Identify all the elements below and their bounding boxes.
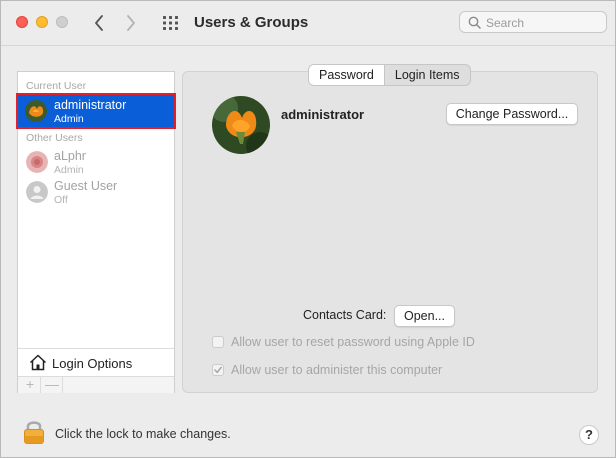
avatar	[25, 100, 47, 122]
checkmark-icon	[214, 366, 222, 374]
user-role: Admin	[54, 164, 84, 176]
user-role: Off	[54, 194, 68, 206]
search-field[interactable]: Search	[459, 11, 607, 33]
close-button[interactable]	[16, 16, 28, 28]
preferences-window: Users & Groups Search Current User admin…	[0, 0, 616, 458]
window-title: Users & Groups	[194, 14, 309, 31]
back-button[interactable]	[89, 11, 109, 35]
house-icon	[29, 354, 47, 371]
chevron-right-icon	[127, 15, 135, 31]
login-options-label: Login Options	[52, 356, 133, 371]
remove-user-button[interactable]: —	[42, 377, 63, 393]
forward-button[interactable]	[121, 11, 141, 35]
zoom-button[interactable]	[56, 16, 68, 28]
administer-computer-label: Allow user to administer this computer	[231, 363, 443, 377]
users-sidebar: Current User administrator Admin Other U…	[16, 71, 176, 393]
search-placeholder: Search	[486, 16, 525, 30]
lock-message: Click the lock to make changes.	[55, 427, 231, 441]
title-bar: Users & Groups Search	[1, 1, 615, 46]
avatar	[26, 151, 48, 173]
user-row-administrator[interactable]: administrator Admin	[16, 93, 176, 129]
show-all-grid-icon[interactable]	[162, 15, 180, 31]
user-name: administrator	[54, 98, 127, 112]
user-picture[interactable]	[212, 96, 270, 154]
current-user-section-label: Current User	[26, 80, 87, 92]
minimize-button[interactable]	[36, 16, 48, 28]
user-name: aLphr	[54, 149, 86, 163]
user-row-guest[interactable]: Guest User Off	[18, 176, 174, 210]
login-options-row[interactable]: Login Options	[18, 348, 174, 377]
administer-computer-checkbox[interactable]	[212, 364, 224, 376]
user-row-alphr[interactable]: aLphr Admin	[18, 146, 174, 180]
add-user-button[interactable]: +	[20, 377, 41, 393]
tab-login-items[interactable]: Login Items	[385, 65, 470, 85]
chevron-left-icon	[95, 15, 103, 31]
add-remove-bar: + —	[18, 376, 174, 393]
contacts-card-label: Contacts Card:	[303, 308, 387, 322]
user-role: Admin	[54, 113, 84, 125]
guest-user-icon	[26, 181, 48, 203]
other-users-section-label: Other Users	[26, 132, 83, 144]
tab-password[interactable]: Password	[309, 65, 385, 85]
search-icon	[468, 16, 481, 29]
change-password-button[interactable]: Change Password...	[446, 103, 578, 125]
segmented-tabs: Password Login Items	[308, 64, 471, 86]
reset-password-label: Allow user to reset password using Apple…	[231, 335, 475, 349]
help-button[interactable]: ?	[579, 425, 599, 445]
lock-icon[interactable]	[23, 419, 45, 445]
reset-password-checkbox[interactable]	[212, 336, 224, 348]
detail-user-name: administrator	[281, 107, 365, 122]
contacts-card-open-button[interactable]: Open...	[394, 305, 455, 327]
user-name: Guest User	[54, 179, 118, 193]
